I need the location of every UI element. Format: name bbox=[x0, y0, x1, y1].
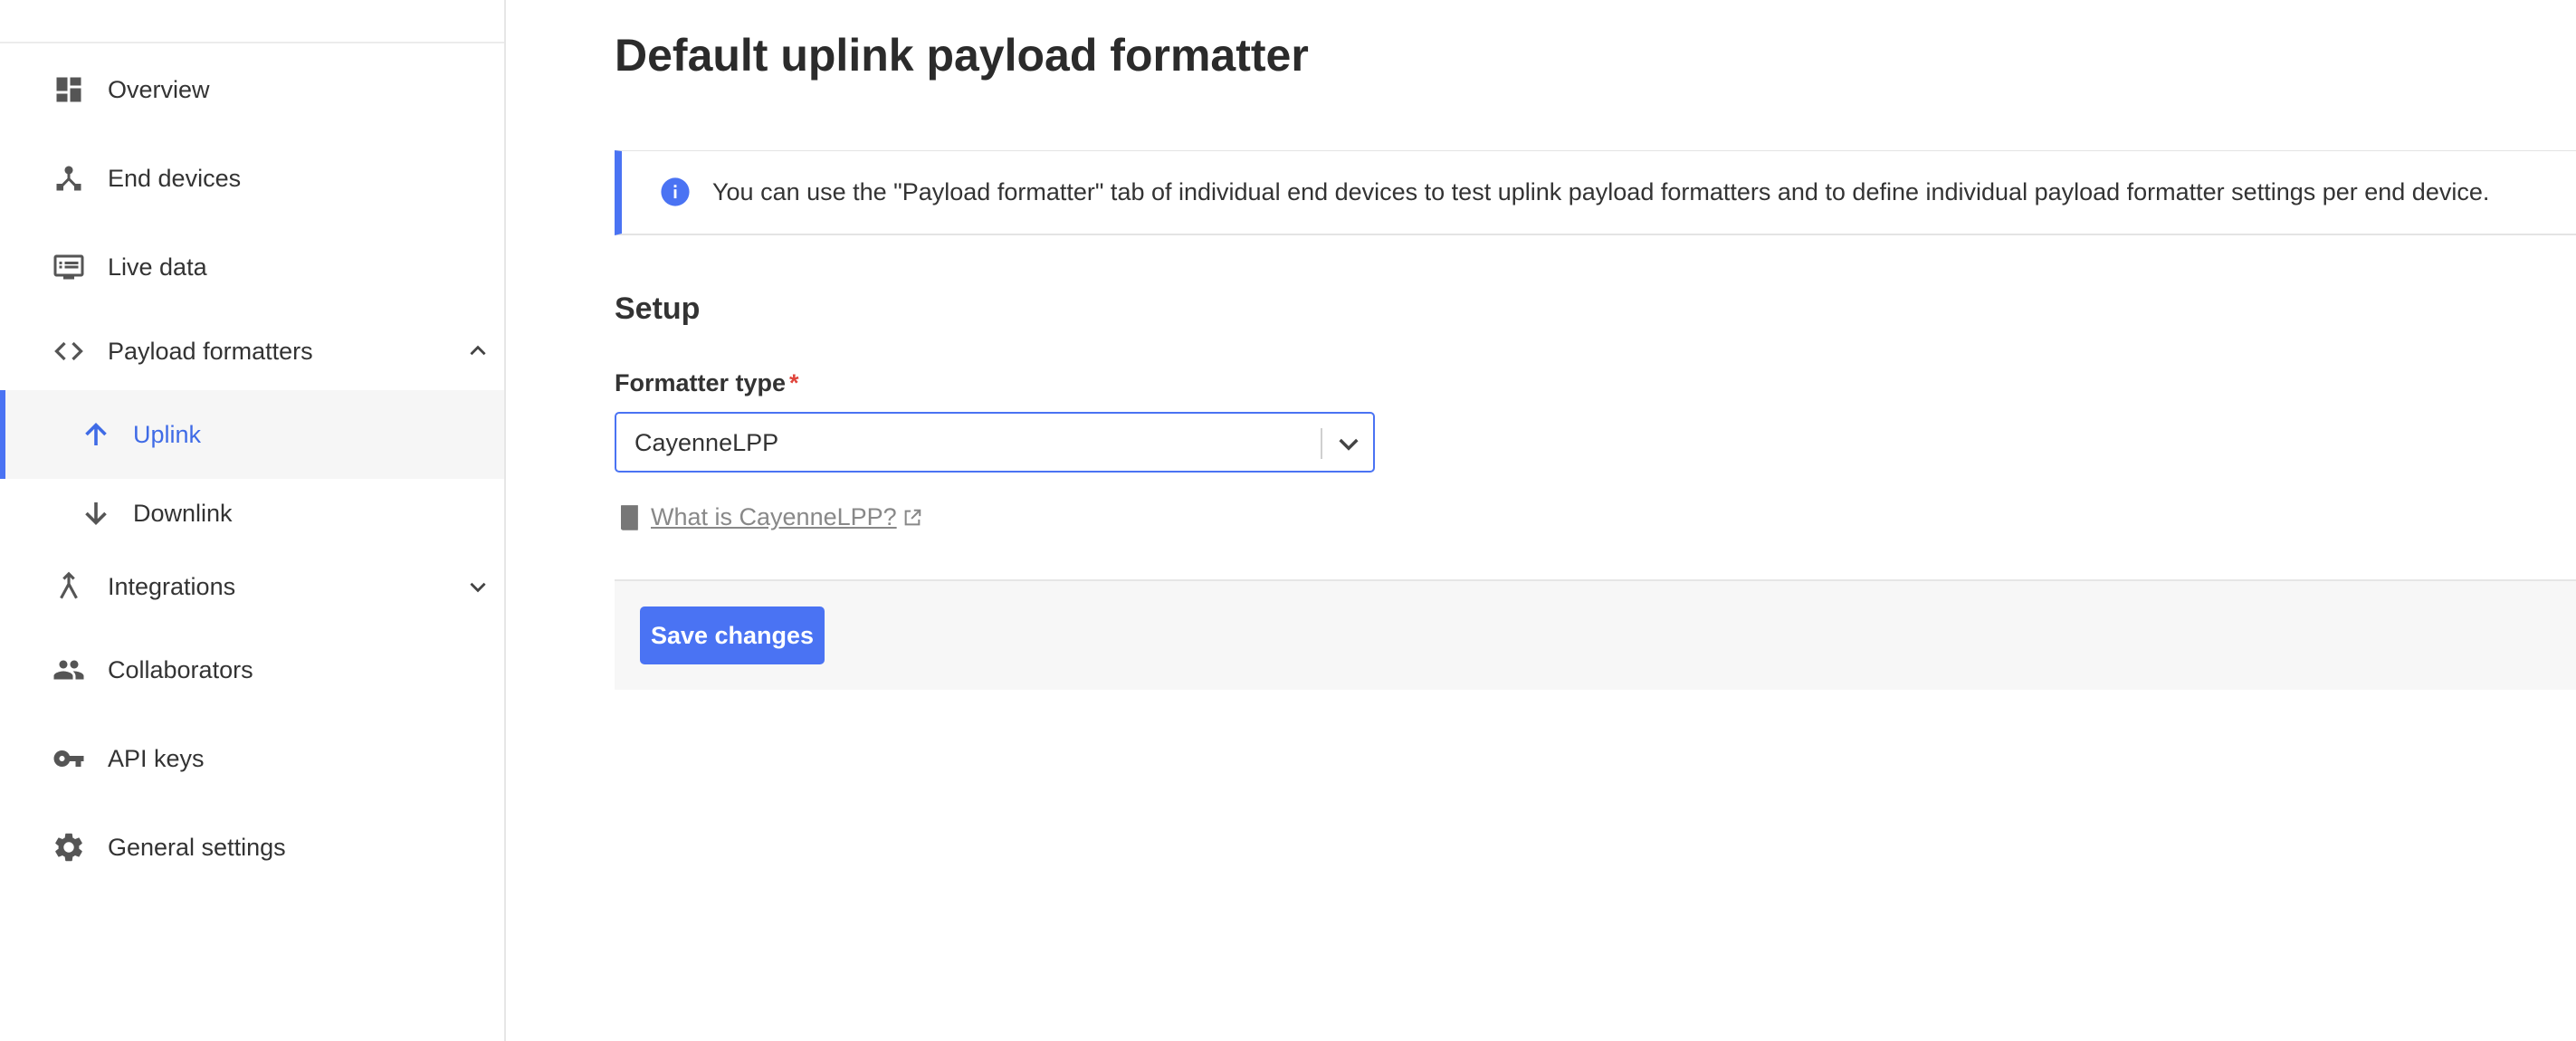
sidebar-item-label: Collaborators bbox=[108, 655, 253, 683]
people-icon bbox=[51, 652, 87, 688]
gear-icon bbox=[51, 829, 87, 865]
sidebar-item-label: Live data bbox=[108, 253, 207, 281]
sidebar-item-label: Payload formatters bbox=[108, 337, 313, 365]
sidebar-item-payload-formatters[interactable]: Payload formatters bbox=[0, 310, 504, 392]
sidebar-item-general-settings[interactable]: General settings bbox=[0, 807, 504, 888]
documentation-link[interactable]: What is CayenneLPP? bbox=[618, 503, 922, 531]
section-heading-setup: Setup bbox=[615, 291, 701, 326]
chevron-down-icon[interactable] bbox=[463, 572, 492, 601]
merge-icon bbox=[51, 568, 87, 605]
sidebar-item-label: Overview bbox=[108, 75, 210, 103]
documentation-link-text[interactable]: What is CayenneLPP? bbox=[651, 503, 897, 531]
arrow-up-icon bbox=[78, 416, 114, 453]
sidebar-item-integrations[interactable]: Integrations bbox=[0, 546, 504, 627]
sidebar-item-label: Uplink bbox=[133, 420, 202, 448]
sidebar-item-end-devices[interactable]: End devices bbox=[0, 138, 504, 219]
info-notification: You can use the "Payload formatter" tab … bbox=[615, 150, 2576, 235]
code-icon bbox=[51, 333, 87, 369]
key-icon bbox=[51, 740, 87, 777]
select-separator bbox=[1321, 428, 1322, 459]
sidebar-item-label: General settings bbox=[108, 833, 286, 861]
sidebar-item-label: Downlink bbox=[133, 499, 233, 527]
sidebar-item-downlink[interactable]: Downlink bbox=[0, 473, 504, 554]
sidebar-item-overview[interactable]: Overview bbox=[0, 49, 504, 130]
dashboard-icon bbox=[51, 72, 87, 108]
form-actions-bar: Save changes bbox=[615, 579, 2576, 690]
arrow-down-icon bbox=[78, 495, 114, 531]
save-button[interactable]: Save changes bbox=[640, 606, 825, 664]
notice-text: You can use the "Payload formatter" tab … bbox=[712, 178, 2490, 205]
sidebar-item-collaborators[interactable]: Collaborators bbox=[0, 629, 504, 711]
sidebar-item-label: End devices bbox=[108, 164, 242, 192]
sidebar-item-uplink[interactable]: Uplink bbox=[0, 390, 504, 479]
sidebar-divider bbox=[0, 42, 504, 43]
page-title: Default uplink payload formatter bbox=[615, 30, 1309, 81]
field-label-text: Formatter type bbox=[615, 369, 787, 396]
main-content: Default uplink payload formatter You can… bbox=[615, 0, 2576, 1041]
active-indicator bbox=[0, 390, 5, 479]
sidebar-item-label: API keys bbox=[108, 744, 205, 772]
formatter-type-select[interactable]: CayenneLPP bbox=[615, 412, 1375, 473]
device-hub-icon bbox=[51, 160, 87, 196]
book-icon bbox=[618, 504, 642, 531]
sidebar: Overview End devices Live data Payload f… bbox=[0, 0, 506, 1041]
sidebar-item-live-data[interactable]: Live data bbox=[0, 226, 504, 308]
external-link-icon bbox=[902, 508, 922, 528]
info-icon bbox=[660, 177, 691, 207]
selected-value: CayenneLPP bbox=[634, 429, 779, 456]
required-indicator: * bbox=[789, 369, 799, 396]
live-data-icon bbox=[51, 249, 87, 285]
chevron-up-icon[interactable] bbox=[463, 337, 492, 366]
sidebar-item-api-keys[interactable]: API keys bbox=[0, 718, 504, 799]
formatter-type-label: Formatter type * bbox=[615, 369, 799, 397]
sidebar-item-label: Integrations bbox=[108, 572, 236, 600]
chevron-down-icon[interactable] bbox=[1334, 429, 1363, 458]
